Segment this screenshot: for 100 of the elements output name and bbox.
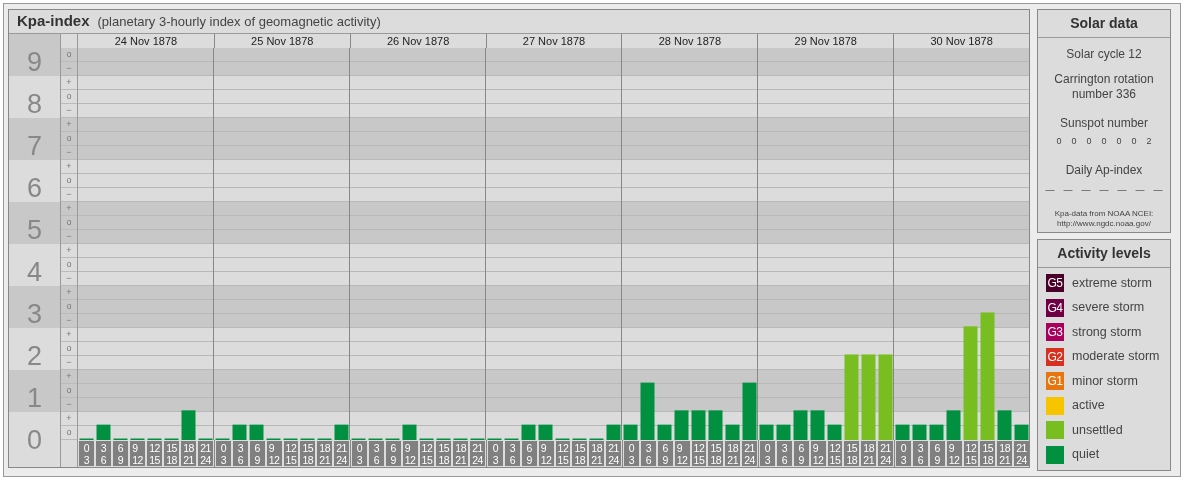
- kp-bar: [776, 424, 791, 440]
- minor-tick-label: −: [66, 400, 72, 409]
- ap-index-value: —: [1062, 183, 1074, 197]
- hour-range-label: 21 24: [1014, 441, 1029, 466]
- hour-range-label: 15 18: [708, 441, 724, 466]
- kp-bar: [827, 424, 842, 440]
- axis-label: 3: [27, 300, 42, 328]
- level-label: extreme storm: [1072, 274, 1152, 292]
- hour-range-label: 12 15: [555, 441, 571, 466]
- carrington-rotation: Carrington rotation number 336: [1053, 72, 1155, 102]
- hour-range-label: 18 21: [589, 441, 605, 466]
- kp-bar: [759, 424, 774, 440]
- kp-bar: [912, 424, 927, 440]
- hour-range-label: 18 21: [317, 441, 333, 466]
- level-label: severe storm: [1072, 299, 1145, 317]
- minor-tick-label: −: [66, 148, 72, 157]
- level-badge: G2: [1046, 347, 1064, 366]
- kp-bar: [895, 424, 910, 440]
- kp-bar: [96, 424, 111, 440]
- hour-range-label: 21 24: [742, 441, 757, 466]
- hour-range-label: 0 3: [216, 441, 231, 466]
- hour-range-label: 0 3: [488, 441, 503, 466]
- minor-tick-label: +: [66, 414, 72, 423]
- minor-tick-label: o: [66, 344, 72, 353]
- kp-bar: [742, 382, 757, 440]
- hour-range-label: 15 18: [844, 441, 860, 466]
- level-badge: G3: [1046, 323, 1064, 341]
- panel-title: Activity levels: [1038, 240, 1170, 268]
- minor-tick-label: o: [66, 92, 72, 101]
- minor-tick-label: +: [66, 372, 72, 381]
- ap-index-value: —: [1044, 183, 1056, 197]
- source-url: http://www.ngdc.noaa.gov/: [1057, 219, 1151, 229]
- minor-tick-label: o: [66, 50, 72, 59]
- axis-label: 4: [27, 258, 42, 286]
- minor-tick-label: +: [66, 288, 72, 297]
- hour-range-label: 12 15: [419, 441, 435, 466]
- hour-range-label: 21 24: [334, 441, 349, 466]
- hour-range-label: 9 12: [402, 441, 418, 466]
- minor-tick-label: −: [66, 316, 72, 325]
- sunspot-value: 2: [1146, 135, 1152, 148]
- axis-label: 5: [27, 216, 42, 244]
- axis-label: 2: [27, 342, 42, 370]
- kp-bar: [997, 410, 1012, 440]
- sunspot-value: 0: [1056, 135, 1062, 148]
- level-label: unsettled: [1072, 421, 1123, 439]
- kp-bar: [232, 424, 247, 440]
- minor-tick-label: −: [66, 232, 72, 241]
- ap-index-value: —: [1152, 183, 1164, 197]
- minor-tick-label: o: [66, 134, 72, 143]
- ap-index-value: —: [1080, 183, 1092, 197]
- hour-range-label: 12 15: [827, 441, 843, 466]
- minor-tick-label: −: [66, 64, 72, 73]
- ap-index-value: —: [1134, 183, 1146, 197]
- sunspot-label: Sunspot number: [1059, 115, 1149, 132]
- hour-range-label: 3 6: [912, 441, 928, 466]
- sunspot-value: 0: [1086, 135, 1092, 148]
- axis-label: 9: [27, 48, 42, 76]
- sunspot-value: 0: [1131, 135, 1137, 148]
- kp-bar: [691, 410, 706, 440]
- kp-bar: [674, 410, 689, 440]
- hour-range-label: 3 6: [232, 441, 248, 466]
- date-label: 27 Nov 1878: [522, 35, 586, 47]
- kp-bar: [606, 424, 621, 440]
- hour-range-label: 6 9: [249, 441, 265, 466]
- kp-bar: [1014, 424, 1029, 440]
- hour-range-label: 9 12: [266, 441, 282, 466]
- level-badge: G4: [1046, 298, 1064, 317]
- hour-range-label: 6 9: [929, 441, 945, 466]
- date-label: 28 Nov 1878: [658, 35, 722, 47]
- hour-range-label: 18 21: [861, 441, 877, 466]
- hour-range-label: 6 9: [385, 441, 401, 466]
- hour-range-label: 18 21: [997, 441, 1013, 466]
- hour-range-label: 21 24: [878, 441, 893, 466]
- hour-range-label: 15 18: [164, 441, 179, 466]
- hour-range-label: 3 6: [776, 441, 792, 466]
- minor-tick-label: +: [66, 162, 72, 171]
- hour-range-label: 0 3: [760, 441, 775, 466]
- kp-bar: [708, 410, 723, 440]
- minor-tick-label: +: [66, 246, 72, 255]
- minor-tick-label: +: [66, 78, 72, 87]
- level-label: minor storm: [1072, 372, 1138, 390]
- ap-index-label: Daily Ap-index: [1065, 161, 1143, 179]
- kp-bar: [929, 424, 944, 440]
- hour-range-label: 0 3: [352, 441, 367, 466]
- date-label: 25 Nov 1878: [251, 35, 314, 47]
- panel-subtitle: (planetary 3-hourly index of geomagnetic activity): [97, 12, 381, 31]
- kp-bar: [946, 410, 961, 440]
- sunspot-value: 0: [1116, 135, 1122, 148]
- axis-label: 8: [27, 90, 42, 118]
- kp-bar: [334, 424, 349, 440]
- level-badge: G1: [1046, 372, 1064, 390]
- minor-tick-label: +: [66, 204, 72, 213]
- minor-tick-label: −: [66, 274, 72, 283]
- hour-range-label: 9 12: [538, 441, 554, 466]
- hour-range-label: 9 12: [946, 441, 962, 466]
- date-label: 24 Nov 1878: [114, 35, 178, 47]
- sunspot-value: 0: [1071, 135, 1077, 148]
- minor-tick-label: +: [66, 330, 72, 339]
- panel-title: Solar data: [1038, 10, 1170, 38]
- hour-range-label: 12 15: [283, 441, 299, 466]
